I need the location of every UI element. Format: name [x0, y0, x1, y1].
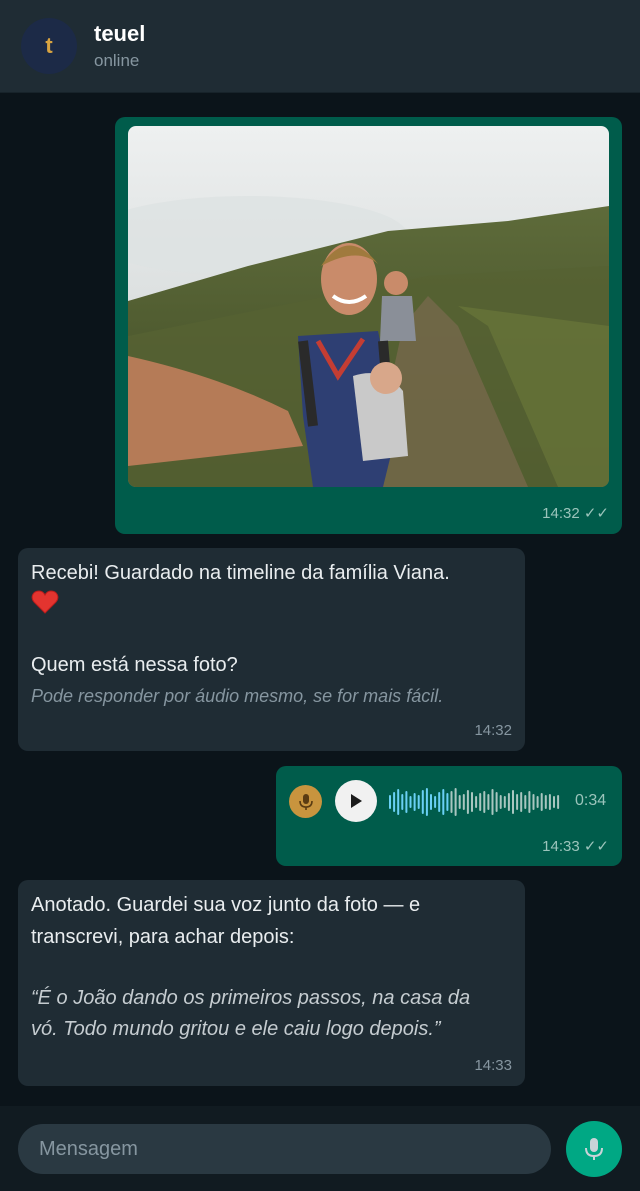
waveform-bar — [450, 791, 453, 813]
message-time: 14:33 — [542, 838, 580, 855]
message-text: transcrevi, para achar depois: — [31, 926, 295, 948]
waveform-bar — [409, 796, 412, 808]
red-heart-icon — [31, 590, 59, 614]
waveform-bar — [434, 796, 437, 808]
waveform-bar — [413, 793, 416, 811]
waveform-bar — [540, 793, 543, 811]
waveform-bar — [495, 792, 498, 812]
waveform-bar — [499, 795, 502, 809]
hiking-selfie-image — [128, 126, 609, 487]
waveform-bar — [393, 792, 396, 812]
waveform-bar — [401, 794, 404, 810]
chat-header: t teuel online — [0, 0, 640, 93]
message-text: Anotado. Guardei sua voz junto da foto —… — [31, 894, 421, 916]
waveform-bar — [462, 794, 465, 810]
message-time: 14:33 — [474, 1057, 512, 1074]
message-time: 14:32 — [542, 505, 580, 522]
waveform-bar — [532, 794, 535, 810]
incoming-message[interactable]: Anotado. Guardei sua voz junto da foto —… — [18, 880, 525, 1086]
audio-message-meta: 14:33 ✓✓ — [542, 837, 609, 855]
waveform-bar — [405, 791, 408, 813]
waveform-bar — [454, 788, 457, 816]
photo-message-meta: 14:32 ✓✓ — [542, 504, 609, 522]
waveform-bar — [471, 792, 473, 812]
waveform-bar — [421, 790, 424, 814]
waveform-bar — [446, 793, 449, 811]
waveform-bar — [397, 789, 400, 815]
message-question: Quem está nessa foto? — [31, 654, 238, 676]
waveform-bar — [548, 794, 551, 810]
message-time: 14:32 — [474, 722, 512, 739]
waveform-bar — [487, 794, 490, 810]
avatar[interactable]: t — [21, 18, 77, 74]
transcription-quote: vó. Todo mundo gritou e ele caiu logo de… — [31, 1018, 441, 1040]
waveform-bar — [503, 796, 506, 808]
waveform-bar — [417, 795, 420, 809]
contact-name[interactable]: teuel — [94, 21, 145, 47]
message-photo[interactable] — [128, 126, 609, 487]
waveform-bar — [438, 792, 441, 812]
waveform-bar — [466, 790, 469, 814]
waveform-bar — [483, 791, 486, 813]
waveform-bar — [425, 788, 428, 816]
play-icon — [351, 794, 362, 808]
record-voice-button[interactable] — [566, 1121, 622, 1177]
waveform-bar — [524, 795, 527, 809]
waveform-bar — [553, 796, 555, 808]
audio-waveform[interactable] — [389, 786, 565, 818]
waveform-bar — [475, 796, 478, 808]
read-receipt-icon: ✓✓ — [583, 505, 609, 522]
waveform-bar — [528, 791, 531, 813]
waveform-bar — [389, 795, 391, 809]
read-receipt-icon: ✓✓ — [583, 838, 609, 855]
message-hint: Pode responder por áudio mesmo, se for m… — [31, 686, 444, 706]
waveform-bar — [544, 795, 547, 809]
incoming-message[interactable]: Recebi! Guardado na timeline da família … — [18, 548, 525, 751]
audio-message[interactable]: 0:34 14:33 ✓✓ — [276, 766, 622, 866]
mic-icon — [289, 785, 322, 818]
waveform-bar — [520, 792, 523, 812]
waveform-bar — [536, 796, 539, 808]
message-input-wrapper — [18, 1124, 551, 1174]
play-button[interactable] — [335, 780, 377, 822]
mic-icon — [585, 1138, 603, 1160]
waveform-bar — [507, 793, 510, 811]
waveform-bar — [557, 795, 560, 809]
message-text: Recebi! Guardado na timeline da família … — [31, 562, 450, 584]
waveform-bar — [491, 789, 494, 815]
waveform-bar — [512, 790, 514, 814]
waveform-bar — [458, 795, 461, 809]
audio-duration: 0:34 — [575, 792, 607, 809]
message-composer — [0, 1106, 640, 1191]
message-input[interactable] — [18, 1124, 551, 1174]
photo-message[interactable]: 14:32 ✓✓ — [115, 117, 622, 534]
waveform-bar — [479, 793, 482, 811]
waveform-bar — [430, 794, 432, 810]
waveform-bar — [516, 794, 519, 810]
contact-status: online — [94, 51, 140, 70]
waveform-bar — [442, 789, 445, 815]
transcription-quote: “É o João dando os primeiros passos, na … — [31, 987, 471, 1009]
